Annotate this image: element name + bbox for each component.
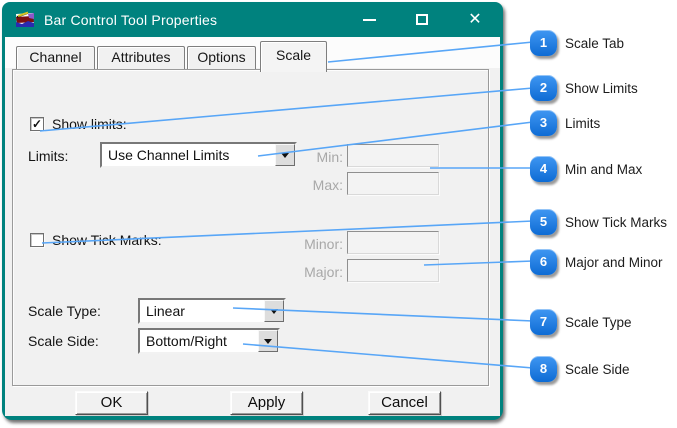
properties-dialog-window: Bar Control Tool Properties ✕ Channel At… xyxy=(2,2,503,420)
callout-label: Limits xyxy=(565,116,601,131)
minimize-icon xyxy=(362,18,376,21)
max-label: Max: xyxy=(312,177,343,193)
callout-badge: 6 xyxy=(530,249,557,275)
tab-strip: Channel Attributes Options Scale xyxy=(5,37,500,72)
window-title: Bar Control Tool Properties xyxy=(44,11,218,28)
scale-side-label: Scale Side: xyxy=(28,333,99,349)
dialog-body: Channel Attributes Options Scale ✓ Show … xyxy=(5,37,500,416)
callout-badge: 2 xyxy=(530,75,557,101)
checkmark-icon: ✓ xyxy=(31,117,43,131)
tab-attributes[interactable]: Attributes xyxy=(97,46,185,69)
chevron-down-icon xyxy=(270,308,278,314)
show-limits-label: Show limits: xyxy=(52,116,127,132)
apply-button[interactable]: Apply xyxy=(230,391,303,415)
major-field xyxy=(347,259,439,282)
callout-label: Major and Minor xyxy=(565,255,663,270)
callout-label: Scale Type xyxy=(565,315,632,330)
min-label: Min: xyxy=(316,149,343,165)
callout-label: Scale Tab xyxy=(565,36,625,51)
chevron-down-icon xyxy=(264,338,272,344)
show-tick-marks-label: Show Tick Marks: xyxy=(52,232,162,248)
scale-side-select[interactable]: Bottom/Right xyxy=(138,328,280,354)
callout-label: Show Limits xyxy=(565,81,638,96)
close-icon: ✕ xyxy=(468,10,482,28)
major-label: Major: xyxy=(304,264,343,280)
ok-button[interactable]: OK xyxy=(75,391,148,415)
callout-badge: 4 xyxy=(530,156,557,182)
maximize-icon xyxy=(416,14,428,25)
tab-options[interactable]: Options xyxy=(187,46,256,69)
close-button[interactable]: ✕ xyxy=(465,10,485,30)
window-controls: ✕ xyxy=(359,2,485,37)
show-limits-checkbox[interactable]: ✓ xyxy=(30,117,44,131)
min-field xyxy=(347,144,439,167)
scale-side-select-value: Bottom/Right xyxy=(146,333,227,349)
minor-field xyxy=(347,231,439,254)
minor-label: Minor: xyxy=(304,236,343,252)
scale-type-label: Scale Type: xyxy=(28,303,101,319)
bar-chart-app-icon xyxy=(16,11,34,27)
callout-badge: 5 xyxy=(530,209,557,235)
scale-type-select[interactable]: Linear xyxy=(138,298,286,324)
callout-badge: 1 xyxy=(530,30,557,56)
max-field xyxy=(347,172,439,195)
callout-badge: 3 xyxy=(530,110,557,136)
callout-label: Show Tick Marks xyxy=(565,215,668,230)
callout-badge: 8 xyxy=(530,356,557,382)
limits-select-value: Use Channel Limits xyxy=(108,147,230,163)
tab-scale[interactable]: Scale xyxy=(260,41,327,72)
titlebar: Bar Control Tool Properties ✕ xyxy=(2,2,503,37)
scale-side-select-arrow-button[interactable] xyxy=(258,330,278,352)
limits-label: Limits: xyxy=(28,148,69,164)
screenshot-stage: Bar Control Tool Properties ✕ Channel At… xyxy=(0,0,677,428)
callout-label: Scale Side xyxy=(565,362,630,377)
cancel-button[interactable]: Cancel xyxy=(368,391,441,415)
limits-select[interactable]: Use Channel Limits xyxy=(100,142,297,168)
callout-label: Min and Max xyxy=(565,162,643,177)
callout-badge: 7 xyxy=(530,309,557,335)
show-tick-marks-checkbox[interactable] xyxy=(30,233,44,247)
tab-channel[interactable]: Channel xyxy=(16,46,95,69)
scale-type-select-arrow-button[interactable] xyxy=(264,300,284,322)
scale-type-select-value: Linear xyxy=(146,303,185,319)
minimize-button[interactable] xyxy=(359,10,379,30)
maximize-button[interactable] xyxy=(412,10,432,30)
